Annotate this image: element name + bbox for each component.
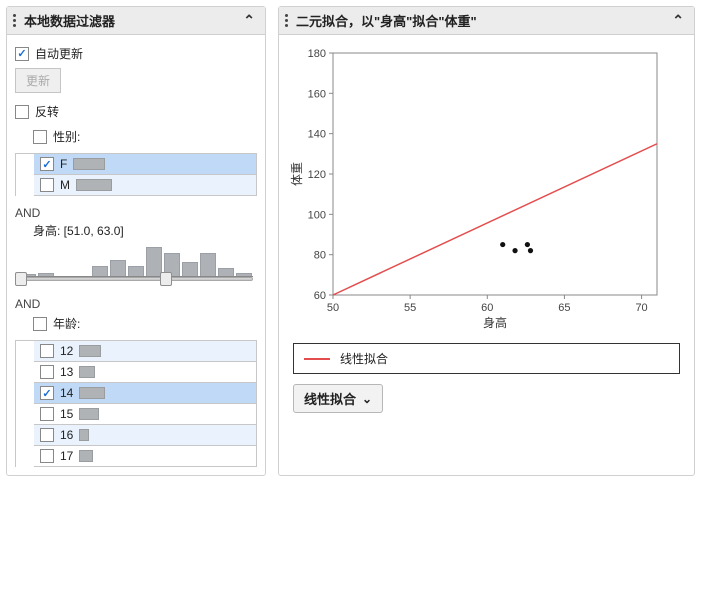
invert-row: 反转 [15, 101, 257, 126]
collapse-icon[interactable]: ⌃ [670, 12, 686, 29]
svg-text:60: 60 [314, 290, 326, 302]
height-range-label: 身高: [51.0, 63.0] [33, 222, 257, 239]
age-item-label: 17 [60, 449, 73, 463]
svg-text:80: 80 [314, 250, 326, 262]
collapse-icon[interactable]: ⌃ [241, 12, 257, 29]
and-label-1: AND [15, 206, 257, 220]
auto-update-row: 自动更新 [15, 43, 257, 68]
drag-handle-icon[interactable] [283, 12, 290, 29]
sex-item-label: M [60, 178, 70, 192]
age-item-mini-bar [79, 387, 105, 399]
age-item-label: 16 [60, 428, 73, 442]
sex-item-checkbox[interactable] [40, 178, 54, 192]
age-item-row[interactable]: 15 [34, 404, 256, 425]
filter-panel-header: 本地数据过滤器 ⌃ [7, 7, 265, 35]
legend: 线性拟合 [293, 343, 680, 374]
invert-label: 反转 [35, 103, 59, 120]
auto-update-checkbox[interactable] [15, 47, 29, 61]
sex-select-all-checkbox[interactable] [33, 130, 47, 144]
age-item-label: 15 [60, 407, 73, 421]
age-item-checkbox[interactable] [40, 428, 54, 442]
age-list: 12 13 14 15 16 17 [15, 340, 257, 467]
chart-area: 60 80 100 120 140 160 180 50 55 60 65 70 身高 体重 [279, 35, 694, 337]
sex-item-row[interactable]: M [34, 175, 256, 196]
update-button[interactable]: 更新 [15, 68, 61, 93]
age-item-checkbox[interactable] [40, 407, 54, 421]
height-slider-thumb-left[interactable] [15, 272, 27, 286]
age-item-row[interactable]: 12 [34, 341, 256, 362]
age-item-checkbox[interactable] [40, 344, 54, 358]
height-histogram [19, 245, 253, 277]
age-item-checkbox[interactable] [40, 365, 54, 379]
age-item-mini-bar [79, 450, 93, 462]
filter-panel-title: 本地数据过滤器 [24, 11, 235, 30]
sex-list: FM [15, 153, 257, 196]
age-item-mini-bar [79, 345, 101, 357]
sex-item-checkbox[interactable] [40, 157, 54, 171]
svg-text:55: 55 [404, 302, 416, 314]
svg-text:180: 180 [308, 48, 326, 60]
legend-line-swatch [304, 358, 330, 360]
age-item-mini-bar [79, 366, 95, 378]
age-item-row[interactable]: 17 [34, 446, 256, 467]
age-header-label: 年龄: [53, 315, 80, 332]
filter-panel: 本地数据过滤器 ⌃ 自动更新 更新 反转 性别: FM AND 身高: [51.… [6, 6, 266, 476]
svg-text:140: 140 [308, 129, 326, 141]
fit-panel: 二元拟合，以"身高"拟合"体重" ⌃ 60 80 100 120 140 160 180 50… [278, 6, 695, 476]
age-header-row: 年龄: [15, 313, 257, 338]
sex-item-mini-bar [76, 179, 112, 191]
sex-header-row: 性别: [15, 126, 257, 151]
svg-text:60: 60 [481, 302, 493, 314]
sex-header-label: 性别: [53, 128, 80, 145]
legend-label: 线性拟合 [340, 350, 388, 367]
age-item-checkbox[interactable] [40, 386, 54, 400]
age-item-mini-bar [79, 408, 99, 420]
age-item-row[interactable]: 16 [34, 425, 256, 446]
sex-item-label: F [60, 157, 67, 171]
scatter-chart: 60 80 100 120 140 160 180 50 55 60 65 70 身高 体重 [287, 45, 672, 335]
svg-text:身高: 身高 [483, 315, 507, 330]
age-item-row[interactable]: 14 [34, 383, 256, 404]
invert-checkbox[interactable] [15, 105, 29, 119]
fit-panel-title: 二元拟合，以"身高"拟合"体重" [296, 11, 664, 30]
fit-type-dropdown[interactable]: 线性拟合 ⌄ [293, 384, 383, 413]
age-item-label: 13 [60, 365, 73, 379]
drag-handle-icon[interactable] [11, 12, 18, 29]
age-item-label: 14 [60, 386, 73, 400]
sex-item-mini-bar [73, 158, 105, 170]
svg-text:50: 50 [327, 302, 339, 314]
auto-update-label: 自动更新 [35, 45, 83, 62]
age-select-all-checkbox[interactable] [33, 317, 47, 331]
fit-type-dropdown-label: 线性拟合 [304, 389, 356, 408]
age-item-mini-bar [79, 429, 89, 441]
fit-panel-header: 二元拟合，以"身高"拟合"体重" ⌃ [279, 7, 694, 35]
svg-text:70: 70 [635, 302, 647, 314]
svg-text:体重: 体重 [290, 162, 304, 186]
height-slider-thumb-right[interactable] [160, 272, 172, 286]
svg-text:65: 65 [558, 302, 570, 314]
svg-text:100: 100 [308, 209, 326, 221]
svg-text:160: 160 [308, 88, 326, 100]
age-item-row[interactable]: 13 [34, 362, 256, 383]
height-slider-track [19, 277, 253, 281]
chevron-down-icon: ⌄ [362, 392, 372, 406]
age-item-checkbox[interactable] [40, 449, 54, 463]
and-label-2: AND [15, 297, 257, 311]
svg-text:120: 120 [308, 169, 326, 181]
height-slider[interactable] [19, 241, 253, 287]
sex-item-row[interactable]: F [34, 154, 256, 175]
age-item-label: 12 [60, 344, 73, 358]
